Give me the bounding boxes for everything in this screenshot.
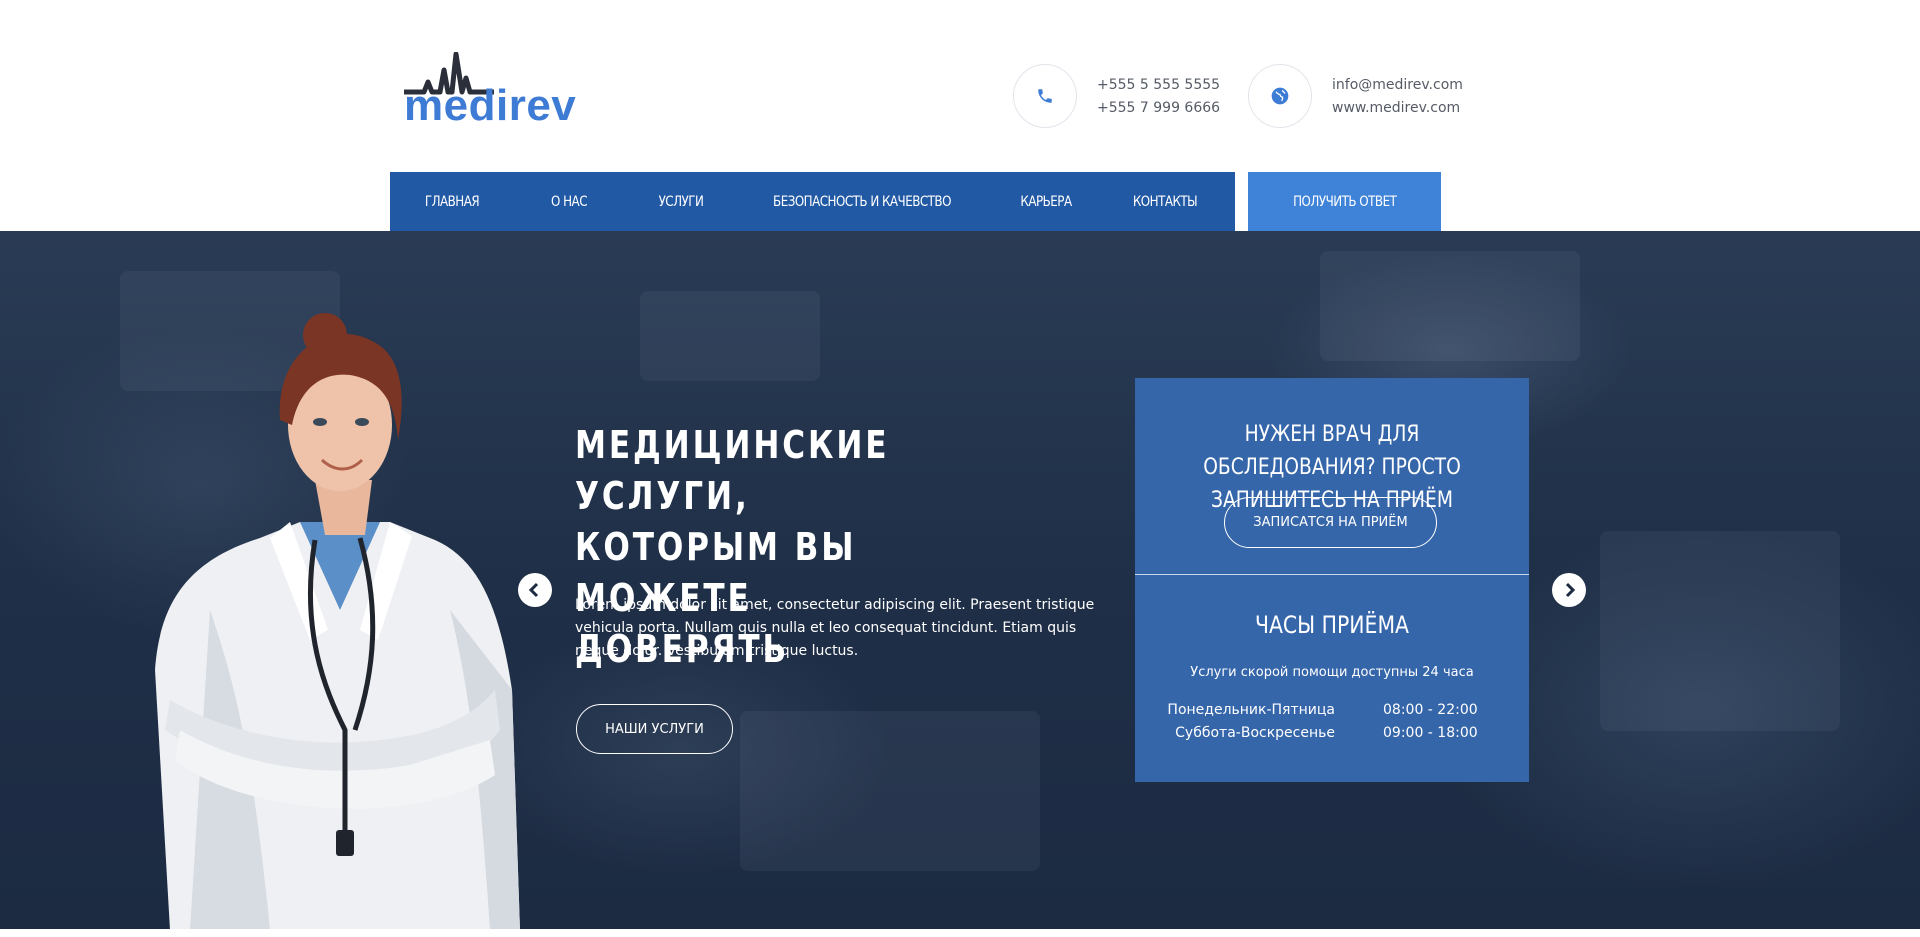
- hours-row: Суббота-Воскресенье 09:00 - 18:00: [1135, 725, 1529, 747]
- hours-days: Понедельник-Пятница: [1167, 702, 1335, 718]
- background-blur-shape: [1600, 531, 1840, 731]
- globe-icon: [1248, 64, 1312, 128]
- main-nav: ГЛАВНАЯ О НАС УСЛУГИ БЕЗОПАСНОСТЬ И КАЧЕ…: [390, 172, 1235, 232]
- book-appointment-button[interactable]: ЗАПИСАТСЯ НА ПРИЁМ: [1224, 497, 1437, 548]
- logo[interactable]: medirev: [404, 52, 590, 130]
- nav-item-career[interactable]: КАРЬЕРА: [995, 172, 1097, 232]
- doctor-image: [155, 313, 520, 930]
- hours-time: 08:00 - 22:00: [1383, 702, 1478, 718]
- phone-icon: [1013, 64, 1077, 128]
- email-link[interactable]: info@medirev.com: [1332, 74, 1463, 97]
- phone-number-2[interactable]: +555 7 999 6666: [1097, 97, 1220, 120]
- get-answer-button[interactable]: ПОЛУЧИТЬ ОТВЕТ: [1248, 172, 1441, 232]
- background-blur-shape: [740, 711, 1040, 871]
- hours-row: Понедельник-Пятница 08:00 - 22:00: [1135, 702, 1529, 724]
- nav-item-services[interactable]: УСЛУГИ: [633, 172, 730, 232]
- slider-prev-button[interactable]: [518, 573, 552, 607]
- nav-item-contacts[interactable]: КОНТАКТЫ: [1115, 172, 1215, 232]
- background-blur-shape: [640, 291, 820, 381]
- hero-bottom-edge: [0, 929, 1920, 937]
- background-blur-shape: [1320, 251, 1580, 361]
- slider-next-button[interactable]: [1552, 573, 1586, 607]
- get-answer-label: ПОЛУЧИТЬ ОТВЕТ: [1292, 194, 1397, 210]
- nav-item-safety-quality[interactable]: БЕЗОПАСНОСТЬ И КАЧЕВСТВО: [757, 172, 968, 232]
- emergency-note: Услуги скорой помощи доступны 24 часа: [1190, 665, 1474, 680]
- panel-divider: [1135, 574, 1529, 575]
- hours-title: ЧАСЫ ПРИЁМА: [1254, 611, 1410, 639]
- chevron-right-icon: [1565, 582, 1576, 598]
- phone-number-1[interactable]: +555 5 555 5555: [1097, 74, 1220, 97]
- nav-item-home[interactable]: ГЛАВНАЯ: [399, 172, 504, 232]
- our-services-button[interactable]: НАШИ УСЛУГИ: [576, 704, 733, 754]
- logo-text: medirev: [404, 81, 577, 130]
- appointment-panel: НУЖЕН ВРАЧ ДЛЯ ОБСЛЕДОВАНИЯ? ПРОСТО ЗАПИ…: [1135, 378, 1529, 782]
- nav-item-about[interactable]: О НАС: [522, 172, 616, 232]
- hero-description: Lorem ipsum dolor sit amet, consectetur …: [575, 597, 1095, 659]
- chevron-left-icon: [528, 582, 539, 598]
- hours-days: Суббота-Воскресенье: [1175, 725, 1335, 741]
- hours-time: 09:00 - 18:00: [1383, 725, 1478, 741]
- website-link[interactable]: www.medirev.com: [1332, 97, 1463, 120]
